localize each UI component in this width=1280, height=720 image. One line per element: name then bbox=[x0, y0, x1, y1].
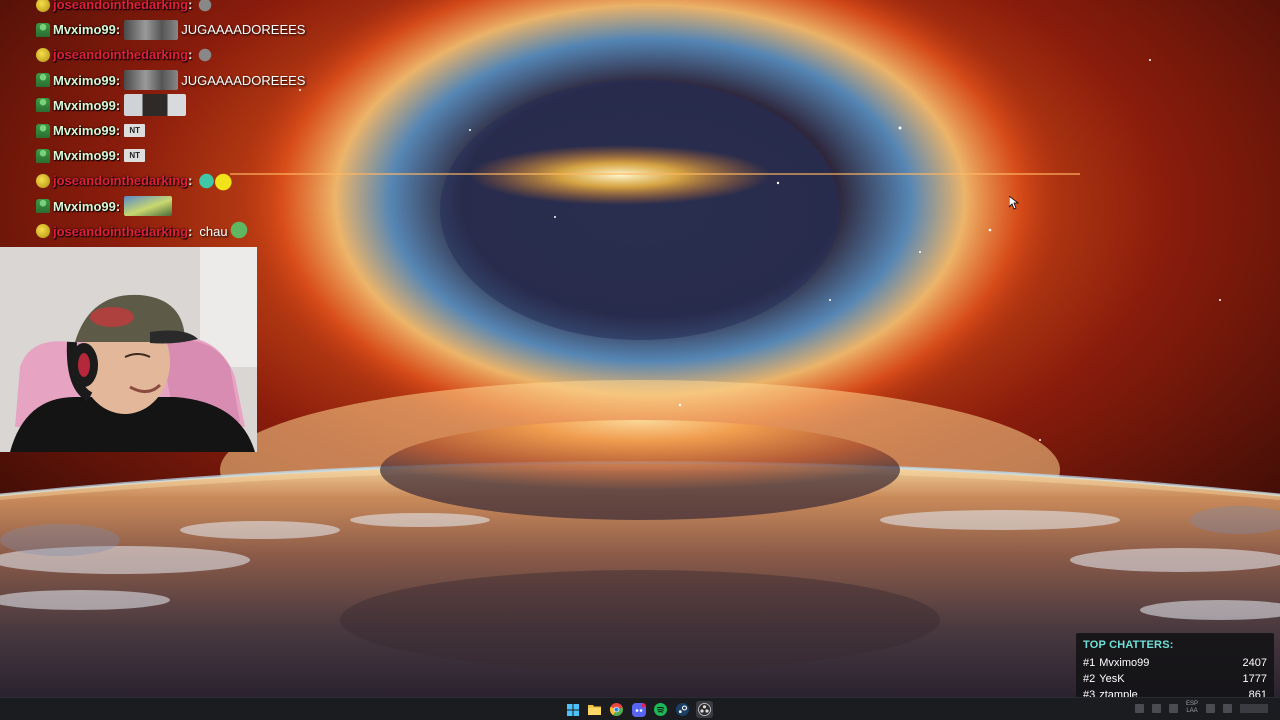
tray-app-icon[interactable] bbox=[1168, 703, 1178, 713]
chat-username: joseandointhedarking bbox=[53, 47, 189, 63]
mouse-cursor-icon bbox=[1009, 196, 1019, 210]
chat-colon: : bbox=[188, 173, 193, 189]
chat-message: joseandointhedarking : bbox=[36, 42, 336, 67]
pepe-emote-icon bbox=[227, 221, 250, 242]
chat-colon: : bbox=[115, 22, 121, 38]
subscriber-badge-icon bbox=[36, 98, 50, 113]
chat-message: joseandointhedarking : bbox=[36, 168, 336, 193]
chat-colon: : bbox=[188, 0, 193, 13]
top-chatter-row: #1 Mvximo99 2407 bbox=[1083, 655, 1267, 671]
ghost-emote-icon bbox=[196, 45, 215, 64]
top-chatter-row: #2 YesK 1777 bbox=[1083, 671, 1267, 687]
webcam-feed bbox=[0, 247, 257, 452]
chat-overlay: joseandointhedarking : Mvximo99 : JUGAAA… bbox=[36, 0, 336, 244]
spotify-icon[interactable] bbox=[652, 701, 669, 718]
chat-text: chau bbox=[199, 223, 228, 239]
system-tray: ESP LAA bbox=[1134, 701, 1268, 715]
chat-colon: : bbox=[188, 47, 193, 63]
nt-emote-icon: NT bbox=[124, 149, 146, 163]
chatter-name: Mvximo99 bbox=[1099, 657, 1150, 669]
chat-username: Mvximo99 bbox=[53, 148, 116, 164]
chat-colon: : bbox=[188, 223, 193, 239]
chat-text: JUGAAAADOREEES bbox=[181, 72, 306, 88]
chat-username: Mvximo99 bbox=[53, 123, 116, 139]
subscriber-badge-icon bbox=[36, 199, 50, 214]
windows-start-icon[interactable] bbox=[564, 701, 581, 718]
chat-username: joseandointhedarking bbox=[53, 173, 189, 189]
chat-message: Mvximo99 : bbox=[36, 194, 336, 219]
steam-icon[interactable] bbox=[674, 701, 691, 718]
subscriber-badge-icon bbox=[36, 47, 50, 62]
ghost-emote-icon bbox=[196, 0, 215, 14]
subscriber-badge-icon bbox=[36, 224, 50, 239]
chat-message: Mvximo99 : bbox=[36, 93, 336, 118]
top-chatters-title: TOP CHATTERS: bbox=[1083, 639, 1174, 651]
chatter-rank: #2 bbox=[1083, 673, 1096, 685]
obs-icon[interactable] bbox=[696, 701, 713, 718]
subscriber-badge-icon bbox=[36, 73, 50, 88]
chat-colon: : bbox=[115, 123, 121, 139]
chat-message: Mvximo99 : JUGAAAADOREEES bbox=[36, 68, 336, 93]
chat-message: joseandointhedarking : bbox=[36, 0, 336, 17]
tray-app-icon[interactable] bbox=[1151, 703, 1161, 713]
scene-emote-icon bbox=[124, 196, 173, 217]
taskbar-apps bbox=[564, 701, 713, 718]
discord-icon[interactable] bbox=[630, 701, 647, 718]
chrome-icon[interactable] bbox=[608, 701, 625, 718]
file-explorer-icon[interactable] bbox=[586, 701, 603, 718]
chat-colon: : bbox=[115, 148, 121, 164]
chat-colon: : bbox=[115, 72, 121, 88]
subscriber-badge-icon bbox=[36, 22, 50, 37]
chat-colon: : bbox=[115, 97, 121, 113]
chat-username: joseandointhedarking bbox=[53, 223, 189, 239]
chat-text: JUGAAAADOREEES bbox=[181, 22, 306, 38]
chatter-count: 2407 bbox=[1242, 657, 1267, 669]
language-indicator[interactable]: ESP LAA bbox=[1186, 701, 1198, 715]
banner-emote-icon bbox=[124, 19, 179, 40]
subscriber-badge-icon bbox=[36, 0, 50, 12]
frog-emote-icon bbox=[196, 169, 239, 192]
chat-message: joseandointhedarking : chau bbox=[36, 219, 336, 244]
nt-emote-icon: NT bbox=[124, 124, 146, 138]
subscriber-badge-icon bbox=[36, 148, 50, 163]
clock-icon[interactable] bbox=[1240, 703, 1268, 713]
banner-emote-icon bbox=[124, 70, 179, 91]
chat-message: Mvximo99 : NT bbox=[36, 143, 336, 168]
volume-icon[interactable] bbox=[1223, 703, 1232, 713]
chatter-rank: #1 bbox=[1083, 657, 1096, 669]
chat-username: Mvximo99 bbox=[53, 22, 116, 38]
chatter-name: YesK bbox=[1099, 673, 1125, 685]
chatter-count: 1777 bbox=[1242, 673, 1267, 685]
chat-username: Mvximo99 bbox=[53, 72, 116, 88]
chevron-up-icon[interactable] bbox=[1134, 703, 1144, 713]
language-layout: LAA bbox=[1186, 708, 1198, 714]
chat-message: Mvximo99 : NT bbox=[36, 118, 336, 143]
network-icon[interactable] bbox=[1206, 703, 1215, 713]
chat-colon: : bbox=[115, 198, 121, 214]
chat-message: Mvximo99 : JUGAAAADOREEES bbox=[36, 17, 336, 42]
taskbar: ESP LAA bbox=[0, 697, 1280, 720]
subscriber-badge-icon bbox=[36, 173, 50, 188]
chat-username: Mvximo99 bbox=[53, 198, 116, 214]
language-code: ESP bbox=[1185, 701, 1198, 707]
subscriber-badge-icon bbox=[36, 123, 50, 138]
chat-username: joseandointhedarking bbox=[53, 0, 189, 13]
chat-username: Mvximo99 bbox=[53, 97, 116, 113]
face-emote-icon bbox=[124, 94, 187, 117]
